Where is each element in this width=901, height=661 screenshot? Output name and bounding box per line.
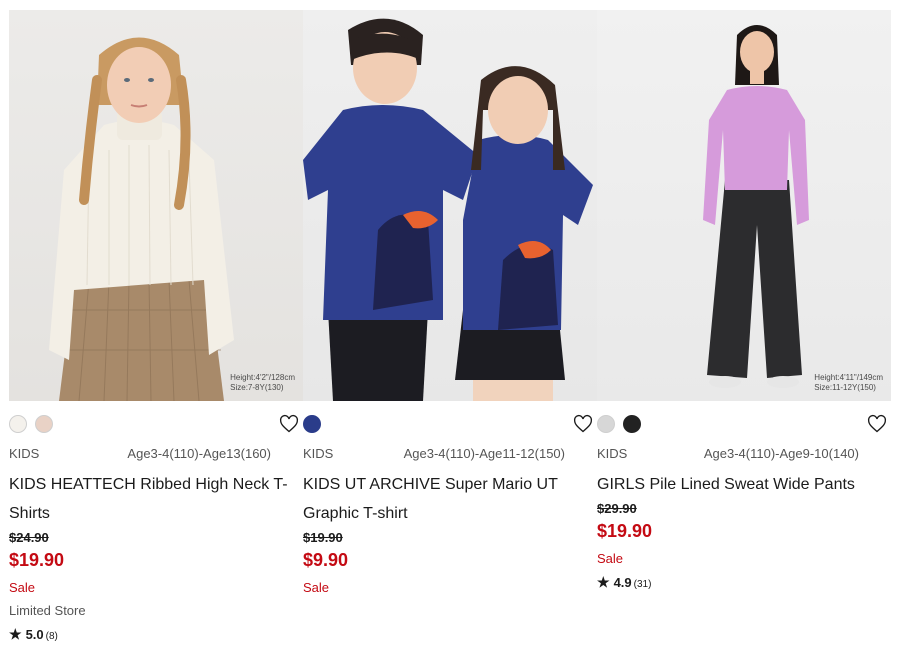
color-swatches [9,414,303,434]
model-size-text: Size:7-8Y(130) [230,383,284,392]
model-height-text: Height:4'2"/128cm [230,373,295,382]
heart-outline-icon[interactable] [573,414,593,434]
rating[interactable]: ★ 5.0 (8) [9,626,58,643]
sale-flag: Sale [303,580,330,595]
size-range: Age3-4(110)-Age13(160) [127,446,271,461]
product-meta: KIDS Age3-4(110)-Age9-10(140) [597,446,891,464]
gender-category: KIDS [303,446,334,461]
heart-outline-icon[interactable] [867,414,887,434]
product-card[interactable]: Height:4'11"/149cm Size:11-12Y(150) KIDS… [597,10,891,590]
product-image[interactable]: Height:4'11"/149cm Size:11-12Y(150) [597,10,891,401]
original-price: $29.90 [597,501,637,516]
color-swatches [303,414,597,434]
product-meta: KIDS Age3-4(110)-Age11-12(150) [303,446,597,464]
heart-outline-icon[interactable] [279,414,299,434]
rating[interactable]: ★ 4.9 (31) [597,574,651,591]
review-count: (8) [45,631,58,642]
product-name[interactable]: KIDS UT ARCHIVE Super Mario UT Graphic T… [303,470,593,528]
product-image[interactable]: Height:4'2"/128cm Size:7-8Y(130) [9,10,303,401]
model-height-text: Height:4'11"/149cm [814,373,883,382]
color-swatch-offwhite[interactable] [9,415,27,433]
sale-price: $19.90 [597,521,653,541]
sale-price: $9.90 [303,550,349,570]
original-price: $19.90 [303,530,343,545]
color-swatch-gray[interactable] [597,415,615,433]
product-card[interactable]: Height:4'2"/128cm Size:7-8Y(130) KIDS Ag… [9,10,303,642]
product-name[interactable]: KIDS HEATTECH Ribbed High Neck T-Shirts [9,470,299,528]
model-fit-note: Height:4'2"/128cm Size:7-8Y(130) [230,373,295,393]
product-card[interactable]: KIDS Age3-4(110)-Age11-12(150) KIDS UT A… [303,10,597,595]
color-swatch-pink[interactable] [35,415,53,433]
product-name[interactable]: GIRLS Pile Lined Sweat Wide Pants [597,470,887,499]
product-meta: KIDS Age3-4(110)-Age13(160) [9,446,303,464]
color-swatch-black[interactable] [623,415,641,433]
color-swatches [597,414,891,434]
sale-price: $19.90 [9,550,65,570]
sale-flag: Sale [9,580,36,595]
star-icon: ★ [597,574,610,590]
original-price: $24.90 [9,530,49,545]
sale-flag: Sale [597,551,624,566]
review-count: (31) [633,579,652,590]
gender-category: KIDS [9,446,40,461]
star-icon: ★ [9,626,22,642]
product-image[interactable] [303,10,597,401]
size-range: Age3-4(110)-Age9-10(140) [703,446,859,461]
model-size-text: Size:11-12Y(150) [814,383,876,392]
rating-value: 4.9 [613,575,632,590]
child-model-photo [49,37,234,401]
children-models-photo [303,18,593,401]
store-availability: Limited Store [9,603,86,618]
model-fit-note: Height:4'11"/149cm Size:11-12Y(150) [814,373,883,393]
child-model-photo [703,25,809,388]
color-swatch-navy[interactable] [303,415,321,433]
size-range: Age3-4(110)-Age11-12(150) [403,446,565,461]
gender-category: KIDS [597,446,628,461]
rating-value: 5.0 [25,627,44,642]
